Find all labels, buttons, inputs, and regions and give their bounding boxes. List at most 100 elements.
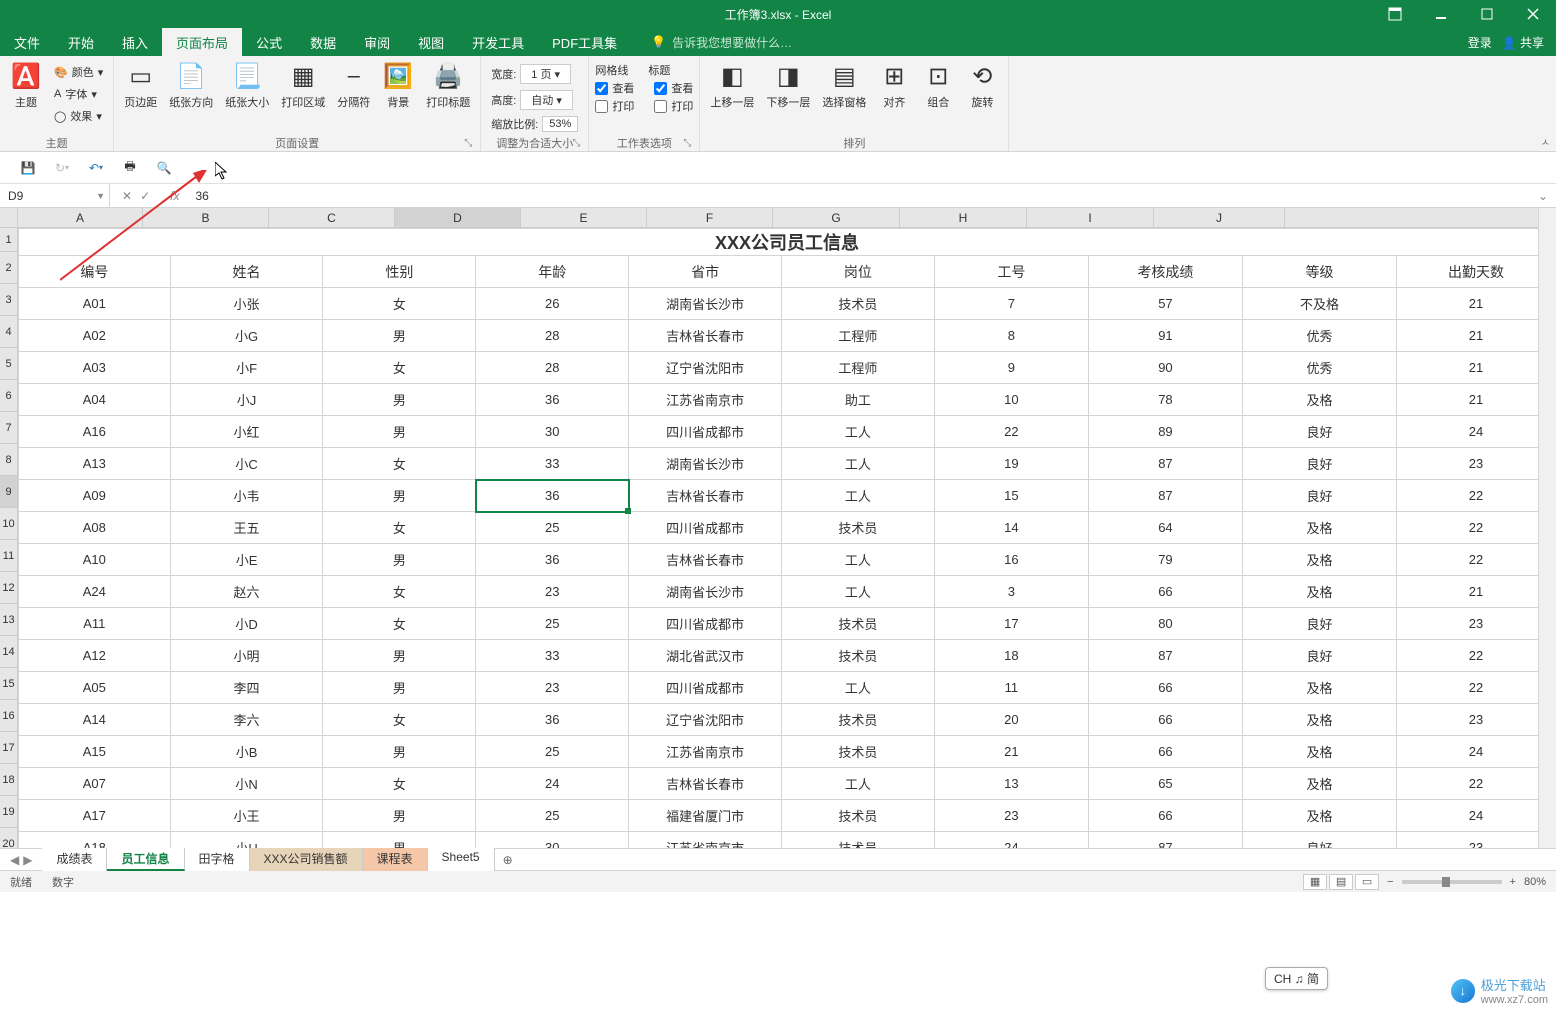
table-cell[interactable]: 7 [934,288,1088,320]
table-cell[interactable]: 90 [1088,352,1242,384]
table-cell[interactable]: 男 [323,416,476,448]
scale-launcher[interactable]: ⤡ [572,138,580,149]
themes-button[interactable]: 🅰️主题 [6,58,46,112]
menu-tab-6[interactable]: 审阅 [350,28,404,56]
table-cell[interactable]: 25 [476,800,629,832]
table-cell[interactable]: 技术员 [782,832,935,849]
column-header[interactable]: C [269,208,395,227]
table-cell[interactable]: A05 [19,672,171,704]
row-header[interactable]: 13 [0,604,17,636]
scale-input[interactable]: 53% [542,116,578,132]
table-cell[interactable]: 23 [1397,448,1556,480]
table-cell[interactable]: 男 [323,800,476,832]
table-header-cell[interactable]: 编号 [19,256,171,288]
table-cell[interactable]: 男 [323,384,476,416]
collapse-ribbon-button[interactable]: ㅅ [1541,134,1550,149]
sheet-options-launcher[interactable]: ⤡ [683,138,691,149]
table-cell[interactable]: 17 [934,608,1088,640]
table-cell[interactable]: 及格 [1242,704,1396,736]
table-cell[interactable]: 36 [476,480,629,512]
table-cell[interactable]: 及格 [1242,576,1396,608]
table-cell[interactable]: 小红 [170,416,323,448]
table-cell[interactable]: 36 [476,384,629,416]
breaks-button[interactable]: ⎯分隔符 [333,58,374,112]
table-header-cell[interactable]: 姓名 [170,256,323,288]
table-cell[interactable]: 21 [1397,384,1556,416]
table-cell[interactable]: 87 [1088,480,1242,512]
table-cell[interactable]: A01 [19,288,171,320]
formula-input[interactable]: 36 [187,189,1529,203]
table-cell[interactable]: A03 [19,352,171,384]
selection-pane-button[interactable]: ▤选择窗格 [818,58,870,112]
menu-tab-9[interactable]: PDF工具集 [538,28,631,56]
table-cell[interactable]: 女 [323,768,476,800]
sheet-tab[interactable]: 课程表 [363,848,428,871]
table-cell[interactable]: 湖北省武汉市 [629,640,782,672]
table-cell[interactable]: 30 [476,832,629,849]
table-cell[interactable]: 小韦 [170,480,323,512]
table-cell[interactable]: 良好 [1242,448,1396,480]
table-cell[interactable]: 小王 [170,800,323,832]
menu-tab-1[interactable]: 开始 [54,28,108,56]
name-box[interactable]: D9▼ [0,184,110,207]
table-cell[interactable]: 11 [934,672,1088,704]
table-cell[interactable]: 工人 [782,544,935,576]
row-header[interactable]: 7 [0,412,17,444]
table-cell[interactable]: 小N [170,768,323,800]
table-cell[interactable]: 80 [1088,608,1242,640]
background-button[interactable]: 🖼️背景 [378,58,418,112]
enter-formula-button[interactable]: ✓ [140,189,150,203]
table-header-cell[interactable]: 岗位 [782,256,935,288]
table-cell[interactable]: 36 [476,704,629,736]
table-cell[interactable]: 22 [1397,512,1556,544]
table-cell[interactable]: 28 [476,352,629,384]
table-cell[interactable]: 四川省成都市 [629,672,782,704]
table-cell[interactable]: 21 [1397,576,1556,608]
table-header-cell[interactable]: 出勤天数 [1397,256,1556,288]
column-header[interactable]: F [647,208,773,227]
sheet-tab[interactable]: XXX公司销售额 [250,848,363,871]
table-cell[interactable]: 工人 [782,672,935,704]
table-cell[interactable]: 24 [1397,736,1556,768]
table-cell[interactable]: 10 [934,384,1088,416]
tell-me-search[interactable]: 💡 告诉我您想要做什么… [651,34,792,51]
table-cell[interactable]: 9 [934,352,1088,384]
table-cell[interactable]: 湖南省长沙市 [629,576,782,608]
column-header[interactable]: I [1027,208,1154,227]
table-cell[interactable]: 20 [934,704,1088,736]
size-button[interactable]: 📃纸张大小 [221,58,273,112]
table-cell[interactable]: 吉林省长春市 [629,544,782,576]
table-cell[interactable]: 及格 [1242,384,1396,416]
table-header-cell[interactable]: 等级 [1242,256,1396,288]
headings-print-checkbox[interactable] [654,100,667,113]
table-cell[interactable]: 技术员 [782,608,935,640]
table-cell[interactable]: 男 [323,832,476,849]
table-cell[interactable]: 25 [476,512,629,544]
table-cell[interactable]: 23 [934,800,1088,832]
normal-view-button[interactable]: ▦ [1303,874,1327,890]
table-cell[interactable]: 工人 [782,480,935,512]
menu-tab-0[interactable]: 文件 [0,28,54,56]
expand-formula-bar-button[interactable]: ⌄ [1530,189,1556,203]
row-header[interactable]: 3 [0,284,17,316]
table-cell[interactable]: A02 [19,320,171,352]
table-cell[interactable]: 25 [476,608,629,640]
table-cell[interactable]: 王五 [170,512,323,544]
table-cell[interactable]: 技术员 [782,640,935,672]
table-cell[interactable]: 赵六 [170,576,323,608]
table-cell[interactable]: 19 [934,448,1088,480]
row-header[interactable]: 17 [0,732,17,764]
column-header[interactable]: G [773,208,900,227]
table-cell[interactable]: 四川省成都市 [629,512,782,544]
table-cell[interactable]: 66 [1088,704,1242,736]
table-cell[interactable]: 24 [934,832,1088,849]
table-cell[interactable]: 18 [934,640,1088,672]
undo-button[interactable]: ↶ ▾ [86,158,106,178]
menu-tab-7[interactable]: 视图 [404,28,458,56]
table-cell[interactable]: 技术员 [782,704,935,736]
menu-tab-8[interactable]: 开发工具 [458,28,538,56]
table-cell[interactable]: 66 [1088,736,1242,768]
table-cell[interactable]: 男 [323,480,476,512]
zoom-level[interactable]: 80% [1524,876,1546,888]
table-cell[interactable]: 小E [170,544,323,576]
